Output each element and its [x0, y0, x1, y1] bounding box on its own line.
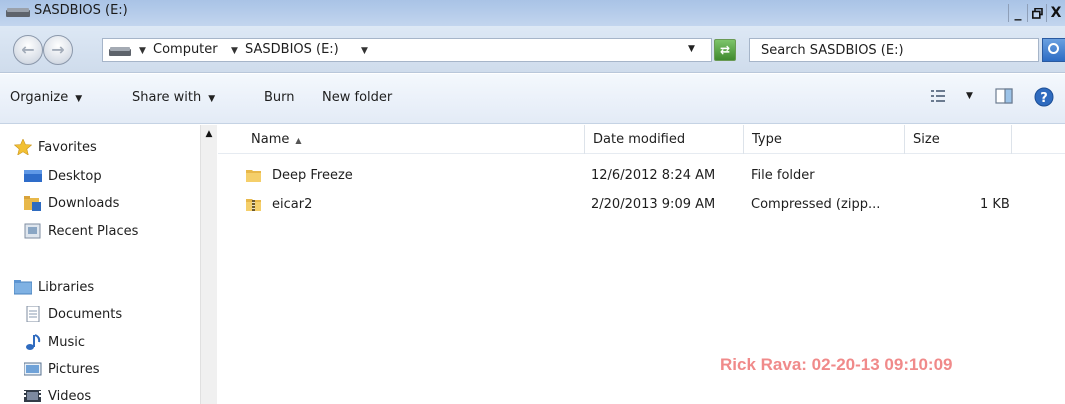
folder-icon	[246, 167, 262, 187]
back-arrow-icon: ←	[21, 40, 35, 59]
change-view-button[interactable]	[930, 88, 946, 108]
breadcrumb-separator-icon[interactable]: ▼	[139, 42, 146, 57]
help-button[interactable]: ?	[1034, 87, 1054, 111]
file-name: eicar2	[272, 197, 313, 212]
restore-icon	[1031, 7, 1043, 19]
command-bar: Organize ▼ Share with ▼ Burn New folder ▼ …	[0, 74, 1065, 124]
documents-icon	[24, 305, 42, 323]
nav-libraries-label: Libraries	[38, 279, 95, 295]
nav-videos-label: Videos	[48, 388, 92, 404]
column-header-date-modified[interactable]: Date modified	[585, 125, 744, 154]
address-history-dropdown-icon[interactable]: ▼	[688, 44, 695, 54]
preview-pane-button[interactable]	[995, 88, 1013, 108]
file-date-modified: 12/6/2012 8:24 AM	[591, 168, 716, 183]
new-folder-button[interactable]: New folder	[322, 90, 392, 105]
view-details-icon	[931, 90, 945, 102]
file-size: 1 KB	[980, 197, 1010, 212]
pictures-icon	[23, 361, 42, 377]
nav-documents-label: Documents	[48, 306, 123, 322]
table-row[interactable]: eicar2 2/20/2013 9:09 AM Compressed (zip…	[218, 194, 1065, 216]
downloads-icon	[24, 195, 42, 211]
back-button[interactable]: ←	[13, 35, 43, 65]
address-row: ← → ▼ Computer ▼ SASDBIOS (E:) ▼ ▼ ⇄	[0, 26, 1065, 73]
chevron-down-icon: ▼	[208, 94, 216, 104]
nav-libraries[interactable]: Libraries	[13, 276, 95, 298]
help-icon: ?	[1034, 87, 1054, 107]
recent-places-icon	[24, 223, 42, 239]
search-button[interactable]	[1042, 38, 1065, 62]
scroll-up-arrow-icon[interactable]: ▲	[201, 125, 217, 143]
search-box[interactable]	[749, 38, 1039, 62]
window-controls: _ X	[1008, 4, 1065, 22]
table-row[interactable]: Deep Freeze 12/6/2012 8:24 AM File folde…	[218, 165, 1065, 187]
minimize-button[interactable]: _	[1008, 4, 1027, 22]
nav-scrollbar[interactable]: ▲	[200, 125, 217, 404]
videos-icon	[24, 388, 42, 404]
organize-label: Organize	[10, 90, 69, 105]
nav-music-label: Music	[48, 334, 85, 350]
navigation-pane: Favorites Desktop Downloads Recent Place…	[0, 125, 217, 404]
star-icon	[13, 138, 33, 156]
music-note-icon	[24, 334, 42, 350]
file-type: Compressed (zipp...	[751, 197, 881, 212]
libraries-icon	[13, 279, 33, 295]
column-header-type[interactable]: Type	[744, 125, 905, 154]
close-button[interactable]: X	[1046, 4, 1065, 22]
drive-icon	[109, 47, 131, 56]
nav-videos[interactable]: Videos	[24, 385, 91, 404]
refresh-icon: ⇄	[719, 43, 731, 57]
nav-favorites[interactable]: Favorites	[13, 136, 97, 158]
nav-desktop[interactable]: Desktop	[24, 165, 102, 187]
title-bar: SASDBIOS (E:) _ X	[0, 0, 1065, 26]
column-header-name[interactable]: Name ▲	[243, 125, 585, 154]
nav-pictures-label: Pictures	[48, 361, 100, 377]
nav-favorites-label: Favorites	[38, 139, 97, 155]
search-icon	[1048, 43, 1059, 54]
breadcrumb-separator-icon[interactable]: ▼	[361, 42, 368, 57]
nav-downloads-label: Downloads	[48, 195, 120, 211]
nav-documents[interactable]: Documents	[24, 303, 122, 325]
column-name-label: Name	[251, 132, 290, 147]
zip-folder-icon	[246, 196, 262, 216]
svg-text:?: ?	[1040, 91, 1048, 106]
file-type: File folder	[751, 168, 815, 183]
burn-button[interactable]: Burn	[264, 90, 295, 105]
desktop-icon	[24, 168, 42, 184]
breadcrumb-computer[interactable]: Computer	[153, 42, 218, 57]
organize-menu[interactable]: Organize ▼	[10, 90, 82, 105]
refresh-button[interactable]: ⇄	[714, 39, 736, 61]
breadcrumb-separator-icon[interactable]: ▼	[231, 42, 238, 57]
nav-recent-places-label: Recent Places	[48, 223, 139, 239]
nav-recent-places[interactable]: Recent Places	[24, 220, 138, 242]
preview-pane-icon	[995, 88, 1013, 104]
window-title: SASDBIOS (E:)	[34, 3, 128, 18]
nav-pictures[interactable]: Pictures	[23, 358, 100, 380]
file-date-modified: 2/20/2013 9:09 AM	[591, 197, 716, 212]
share-with-label: Share with	[132, 90, 202, 105]
sort-ascending-icon: ▲	[295, 136, 302, 145]
address-bar[interactable]: ▼ Computer ▼ SASDBIOS (E:) ▼ ▼	[102, 38, 712, 62]
restore-button[interactable]	[1027, 4, 1046, 22]
nav-desktop-label: Desktop	[48, 168, 102, 184]
share-with-menu[interactable]: Share with ▼	[132, 90, 215, 105]
nav-downloads[interactable]: Downloads	[24, 192, 119, 214]
forward-button[interactable]: →	[43, 35, 73, 65]
chevron-down-icon: ▼	[75, 94, 83, 104]
search-input[interactable]	[750, 39, 1038, 61]
timestamp-watermark: Rick Rava: 02-20-13 09:10:09	[720, 355, 953, 374]
nav-music[interactable]: Music	[24, 331, 85, 353]
view-options-dropdown-icon[interactable]: ▼	[966, 91, 973, 101]
drive-icon	[6, 8, 30, 17]
file-name: Deep Freeze	[272, 168, 353, 183]
breadcrumb-drive[interactable]: SASDBIOS (E:)	[245, 42, 339, 57]
column-header-size[interactable]: Size	[905, 125, 1012, 154]
forward-arrow-icon: →	[51, 40, 65, 59]
